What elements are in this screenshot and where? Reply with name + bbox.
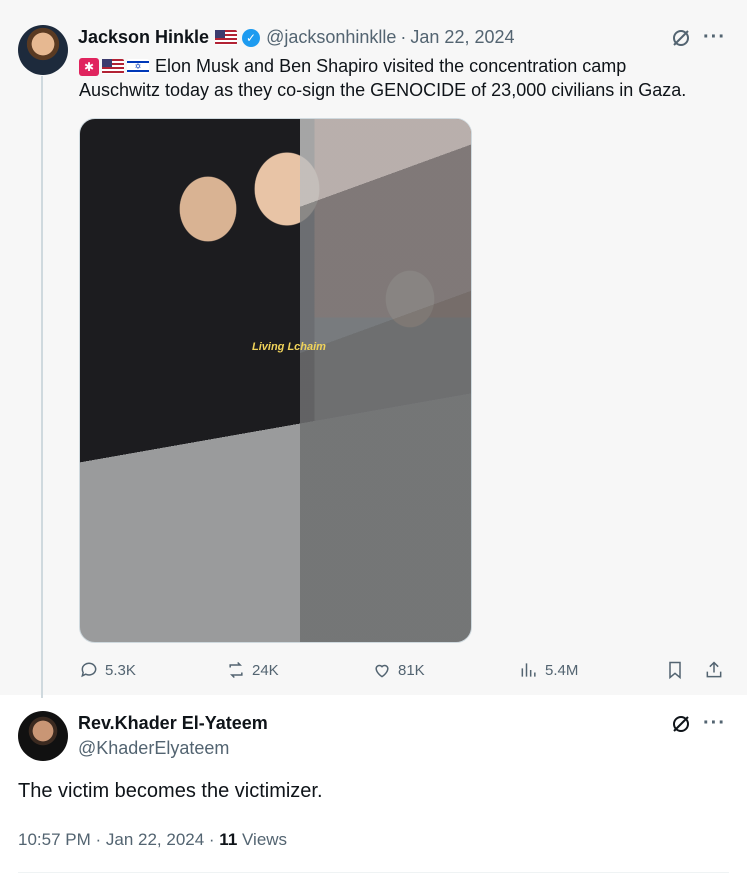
media-watermark: Living Lchaim <box>252 341 326 353</box>
grok-icon[interactable] <box>671 714 691 734</box>
us-flag-icon <box>102 59 124 74</box>
reply-icon <box>81 662 97 678</box>
views-count: 5.4M <box>545 661 579 679</box>
views-icon <box>521 663 536 677</box>
divider <box>18 872 729 873</box>
tweet-text-line-1: ✱ ✡ Elon Musk and Ben Shapiro visited th… <box>79 56 626 77</box>
thread-connector <box>41 76 43 698</box>
author-name[interactable]: Jackson Hinkle <box>78 27 209 48</box>
separator-dot: · <box>400 27 407 47</box>
share-icon <box>706 661 722 678</box>
reply-handle-row: @KhaderElyateem <box>78 738 229 759</box>
reply-action[interactable]: 5.3K <box>79 656 136 684</box>
reply-count: 5.3K <box>105 661 136 679</box>
tweet-date[interactable]: Jan 22, 2024 <box>410 27 514 48</box>
bookmark-action[interactable] <box>665 656 691 684</box>
repost-action[interactable]: 24K <box>226 656 279 684</box>
tweet-text-continued: Auschwitz today as they co-sign the GENO… <box>79 80 687 100</box>
avatar[interactable] <box>18 25 68 75</box>
israel-flag-icon: ✡ <box>127 59 149 74</box>
more-icon[interactable]: ··· <box>703 26 726 49</box>
share-action[interactable] <box>704 656 730 684</box>
us-flag-icon <box>215 30 238 45</box>
parent-tweet[interactable]: Jackson Hinkle ✓ @jacksonhinklle · Jan 2… <box>0 0 747 698</box>
timestamp[interactable]: 10:57 PM · Jan 22, 2024 · <box>18 830 219 849</box>
avatar[interactable] <box>18 711 68 761</box>
more-icon[interactable]: ··· <box>703 712 726 735</box>
like-count: 81K <box>398 661 425 679</box>
author-name[interactable]: Rev.Khader El-Yateem <box>78 713 268 734</box>
siren-icon: ✱ <box>79 57 99 76</box>
tweet-meta: 10:57 PM · Jan 22, 2024 · 11 Views <box>18 830 287 850</box>
repost-count: 24K <box>252 661 279 679</box>
reply-header: Rev.Khader El-Yateem <box>78 713 268 734</box>
bookmark-icon <box>669 661 681 680</box>
like-action[interactable]: 81K <box>372 656 425 684</box>
author-handle[interactable]: @KhaderElyateem <box>78 738 229 759</box>
repost-icon <box>229 661 243 679</box>
views-action[interactable]: 5.4M <box>519 656 578 684</box>
reply-text: The victim becomes the victimizer. <box>18 780 323 802</box>
tweet-text: Elon Musk and Ben Shapiro visited the co… <box>155 56 627 76</box>
tweet-header: Jackson Hinkle ✓ @jacksonhinklle · Jan 2… <box>78 27 515 48</box>
views-label: Views <box>237 830 288 849</box>
views-number: 11 <box>219 830 238 849</box>
tweet-media-video[interactable]: Living Lchaim <box>79 118 472 643</box>
like-icon <box>375 664 389 678</box>
author-handle[interactable]: @jacksonhinklle <box>266 27 396 48</box>
verified-badge-icon: ✓ <box>242 28 261 47</box>
grok-icon[interactable] <box>671 28 691 48</box>
